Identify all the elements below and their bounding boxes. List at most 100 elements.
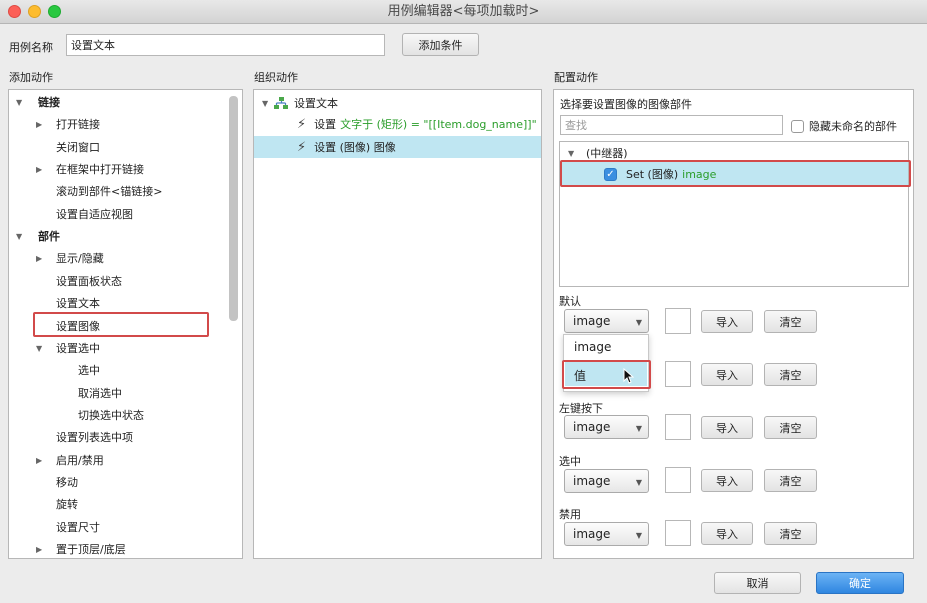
expand-closed-icon[interactable]: ▶	[36, 120, 48, 129]
action-tree-label: 设置文本	[56, 297, 100, 310]
import-button[interactable]: 导入	[701, 522, 753, 545]
state-disabled-select[interactable]: image ▼	[564, 522, 649, 546]
dropdown-option-image[interactable]: image	[574, 340, 611, 354]
clear-button[interactable]: 清空	[764, 469, 817, 492]
dropdown-arrow-icon: ▼	[635, 478, 642, 487]
clear-button[interactable]: 清空	[764, 310, 817, 333]
close-window-button[interactable]	[8, 5, 21, 18]
dropdown-value-label: 值	[574, 369, 587, 383]
image-preview[interactable]	[665, 308, 691, 334]
case-root-label: 设置文本	[294, 97, 338, 110]
action-tree-item[interactable]: ▶ 显示/隐藏	[36, 250, 104, 266]
action-tree-label: 滚动到部件<锚链接>	[56, 185, 163, 198]
clear-button[interactable]: 清空	[764, 522, 817, 545]
action-tree-item[interactable]: 移动	[36, 474, 78, 490]
image-preview[interactable]	[665, 414, 691, 440]
image-preview[interactable]	[665, 361, 691, 387]
action-tree-label: 切换选中状态	[78, 409, 144, 422]
dropdown-arrow-icon: ▼	[635, 531, 642, 540]
expand-open-icon[interactable]: ▼	[16, 232, 28, 241]
search-input[interactable]: 查找	[560, 115, 783, 135]
action-prefix: 设置 (图像) 图像	[314, 141, 396, 154]
expand-open-icon: ▼	[568, 148, 575, 158]
action-tree-label: 设置面板状态	[56, 275, 122, 288]
state-mousedown-value: image	[573, 420, 611, 434]
import-button[interactable]: 导入	[701, 310, 753, 333]
image-preview[interactable]	[665, 467, 691, 493]
action-tree-item[interactable]: ▼ 链接	[16, 94, 60, 110]
case-name-input[interactable]: 设置文本	[66, 34, 385, 56]
action-tree-item[interactable]: 设置自适应视图	[36, 206, 133, 222]
mouse-cursor-icon	[623, 367, 635, 387]
clear-button[interactable]: 清空	[764, 416, 817, 439]
state-label-default: 默认	[559, 295, 581, 308]
action-item[interactable]: ⚡ 设置 文字于 (矩形) = "[[Item.dog_name]]"	[297, 116, 537, 132]
state-default-select[interactable]: image ▼	[564, 309, 649, 333]
zoom-window-button[interactable]	[48, 5, 61, 18]
action-tree-item[interactable]: 设置列表选中项	[36, 429, 133, 445]
hide-unnamed-label: 隐藏未命名的部件	[809, 120, 897, 133]
action-tree-item[interactable]: ▶ 置于顶层/底层	[36, 541, 126, 557]
action-tree-item[interactable]: ▶ 打开链接	[36, 116, 100, 132]
action-tree-item[interactable]: ▶ 在框架中打开链接	[36, 161, 144, 177]
minimize-window-button[interactable]	[28, 5, 41, 18]
window-titlebar: 用例编辑器<每项加载时>	[0, 0, 927, 24]
action-tree-item[interactable]: 设置文本	[36, 295, 100, 311]
action-tree-label: 旋转	[56, 498, 78, 511]
action-tree-item[interactable]: ▼ 设置选中	[36, 340, 100, 356]
expand-closed-icon[interactable]: ▶	[36, 165, 48, 174]
organize-action-panel	[253, 89, 542, 559]
action-tree-item[interactable]: 取消选中	[58, 385, 122, 401]
action-tree-item[interactable]: ▼ 部件	[16, 228, 60, 244]
widget-checkbox[interactable]: ✓	[604, 167, 617, 181]
add-condition-button[interactable]: 添加条件	[402, 33, 479, 56]
expand-closed-icon[interactable]: ▶	[36, 545, 48, 554]
dropdown-arrow-icon: ▼	[635, 424, 642, 433]
expand-open-icon[interactable]: ▼	[36, 344, 48, 353]
widget-prefix: Set (图像)	[626, 168, 679, 181]
left-scrollbar[interactable]	[229, 96, 238, 321]
clear-button[interactable]: 清空	[764, 363, 817, 386]
ok-button[interactable]: 确定	[816, 572, 904, 594]
action-tree-item[interactable]: 设置面板状态	[36, 273, 122, 289]
expand-open-icon[interactable]: ▼	[16, 98, 28, 107]
action-tree-label: 链接	[38, 96, 60, 109]
action-tree-item[interactable]: 旋转	[36, 496, 78, 512]
state-mousedown-select[interactable]: image ▼	[564, 415, 649, 439]
case-root-item[interactable]: ▼ 设置文本	[262, 95, 338, 111]
add-action-title: 添加动作	[9, 71, 53, 84]
widget-item[interactable]: ✓ Set (图像) image	[604, 166, 716, 182]
highlight-set-image	[33, 312, 209, 337]
import-button[interactable]: 导入	[701, 469, 753, 492]
case-name-label: 用例名称	[9, 41, 53, 54]
state-disabled-value: image	[573, 527, 611, 541]
action-tree-label: 置于顶层/底层	[56, 543, 126, 556]
action-item[interactable]: ⚡ 设置 (图像) 图像	[297, 139, 396, 155]
state-label-mousedown: 左键按下	[559, 402, 603, 415]
repeater-label: (中继器)	[586, 147, 628, 160]
lightning-icon: ⚡	[297, 139, 307, 155]
hide-unnamed-checkbox[interactable]	[791, 119, 804, 133]
hide-unnamed-toggle[interactable]: 隐藏未命名的部件	[791, 118, 897, 134]
cancel-button[interactable]: 取消	[714, 572, 801, 594]
action-tree-item[interactable]: 设置尺寸	[36, 519, 100, 535]
action-tree-label: 关闭窗口	[56, 141, 100, 154]
widget-name: image	[682, 167, 717, 181]
action-tree-label: 选中	[78, 364, 100, 377]
action-tree-item[interactable]: 切换选中状态	[58, 407, 144, 423]
repeater-item[interactable]: ▼ (中继器)	[568, 145, 628, 161]
action-tree-item[interactable]: 关闭窗口	[36, 139, 100, 155]
action-tree-item[interactable]: 选中	[58, 362, 100, 378]
state-default-value: image	[573, 314, 611, 328]
action-tree-label: 部件	[38, 230, 60, 243]
image-preview[interactable]	[665, 520, 691, 546]
action-tree-item[interactable]: 滚动到部件<锚链接>	[36, 183, 162, 199]
state-selected-select[interactable]: image ▼	[564, 469, 649, 493]
action-tree-item[interactable]: ▶ 启用/禁用	[36, 452, 104, 468]
action-tree-label: 在框架中打开链接	[56, 163, 144, 176]
expand-closed-icon[interactable]: ▶	[36, 254, 48, 263]
import-button[interactable]: 导入	[701, 363, 753, 386]
import-button[interactable]: 导入	[701, 416, 753, 439]
state-label-disabled: 禁用	[559, 508, 581, 521]
expand-closed-icon[interactable]: ▶	[36, 456, 48, 465]
